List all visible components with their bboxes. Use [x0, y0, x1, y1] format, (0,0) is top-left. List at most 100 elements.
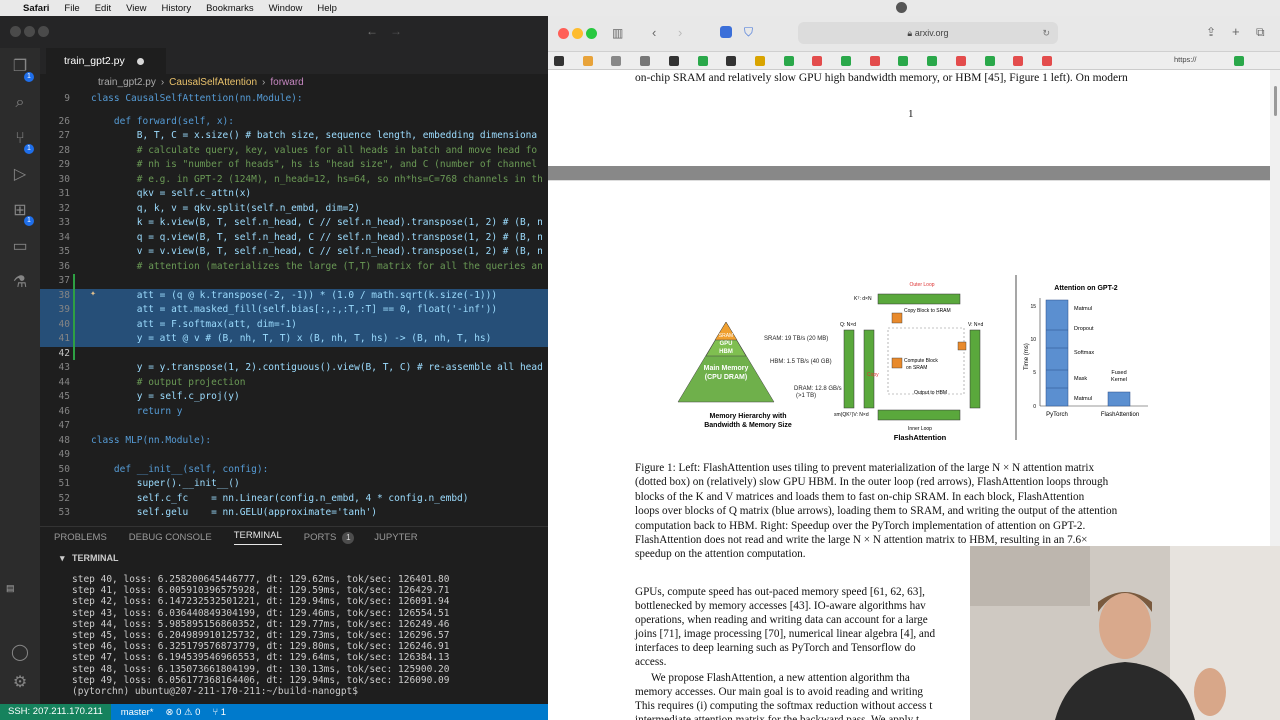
back-arrow-icon[interactable]: ← [366, 24, 378, 38]
zoom-window-button[interactable] [38, 26, 49, 37]
testing-icon[interactable]: ⚗ [9, 274, 31, 292]
account-icon[interactable]: ◯ [9, 644, 31, 662]
code-line[interactable]: 48 class MLP(nn.Module): [40, 434, 548, 449]
breadcrumb-method[interactable]: forward [270, 77, 303, 88]
remote-explorer-icon[interactable]: ▭ [9, 238, 31, 256]
menu-history[interactable]: History [162, 3, 192, 14]
favorite-site-icon[interactable] [668, 56, 679, 66]
breadcrumb-file[interactable]: train_gpt2.py [98, 77, 156, 88]
favorite-site-icon[interactable] [955, 56, 966, 66]
tab-jupyter[interactable]: JUPYTER [374, 532, 417, 543]
favorite-site-icon[interactable] [1013, 56, 1024, 66]
sidebar-icon[interactable]: ▥ [612, 26, 623, 40]
terminal-output[interactable]: step 40, loss: 6.258200645446777, dt: 12… [40, 574, 548, 702]
address-bar[interactable]: 🔒︎ arxiv.org ↻ [798, 22, 1058, 44]
menu-edit[interactable]: Edit [95, 3, 111, 14]
code-line[interactable]: 50 def __init__(self, config): [40, 463, 548, 478]
forward-arrow-icon[interactable]: → [390, 24, 402, 38]
share-icon[interactable]: ⇪ [1206, 25, 1216, 39]
code-line[interactable]: 37 [40, 274, 548, 289]
code-line[interactable]: 32 q, k, v = qkv.split(self.n_embd, dim=… [40, 202, 548, 217]
minimize-window-button[interactable] [24, 26, 35, 37]
terminal-header[interactable]: ▾ TERMINAL [40, 550, 548, 566]
code-line[interactable]: 41 y = att @ v # (B, nh, T, T) x (B, nh,… [40, 332, 548, 347]
forward-icon[interactable]: › [678, 25, 682, 40]
problems-count[interactable]: ⊗ 0 ⚠ 0 [165, 707, 200, 718]
reload-icon[interactable]: ↻ [1042, 22, 1050, 44]
minimize-window-button[interactable] [572, 28, 583, 39]
favorite-site-icon[interactable] [640, 56, 651, 66]
new-tab-icon[interactable]: + [1232, 24, 1240, 39]
favorite-site-icon[interactable] [697, 56, 708, 66]
lightbulb-icon[interactable]: ✦ [90, 288, 96, 299]
breadcrumb-class[interactable]: CausalSelfAttention [169, 77, 257, 88]
menu-bookmarks[interactable]: Bookmarks [206, 3, 254, 14]
code-editor[interactable]: 9 class CausalSelfAttention(nn.Module): 26… [40, 90, 548, 526]
terminal-list-icon[interactable]: ▤ [6, 583, 15, 594]
code-line[interactable]: 46 return y [40, 405, 548, 420]
favorite-site-icon[interactable] [1234, 56, 1244, 66]
code-line[interactable]: 34 q = q.view(B, T, self.n_head, C // se… [40, 231, 548, 246]
tab-debug-console[interactable]: DEBUG CONSOLE [129, 532, 212, 543]
code-line[interactable]: 31 qkv = self.c_attn(x) [40, 187, 548, 202]
status-menu-icon[interactable] [896, 2, 907, 13]
tab-terminal[interactable]: TERMINAL [233, 530, 282, 545]
settings-gear-icon[interactable]: ⚙ [9, 674, 31, 692]
favorite-site-icon[interactable] [754, 56, 765, 66]
menu-view[interactable]: View [126, 3, 146, 14]
close-window-button[interactable] [10, 26, 21, 37]
code-line[interactable]: 9 class CausalSelfAttention(nn.Module): [40, 92, 548, 107]
code-line[interactable]: 51 super().__init__() [40, 477, 548, 492]
favorite-https-link[interactable]: https:// [1174, 55, 1197, 64]
favorite-site-icon[interactable] [869, 56, 880, 66]
code-line[interactable]: 47 [40, 419, 548, 434]
code-line[interactable]: 29 # nh is "number of heads", hs is "hea… [40, 158, 548, 173]
unsaved-dot-icon[interactable] [136, 57, 144, 65]
shield-icon[interactable]: ⛉ [744, 25, 753, 40]
code-line[interactable]: 52 self.c_fc = nn.Linear(config.n_embd, … [40, 492, 548, 507]
code-line[interactable]: 42 [40, 347, 548, 362]
git-branch[interactable]: master* [121, 707, 154, 718]
run-debug-icon[interactable]: ▷ [9, 166, 31, 184]
code-line[interactable]: 28 # calculate query, key, values for al… [40, 144, 548, 159]
favorite-site-icon[interactable] [984, 56, 995, 66]
chevron-down-icon[interactable]: ▾ [60, 550, 65, 566]
menu-file[interactable]: File [64, 3, 79, 14]
tab-ports[interactable]: PORTS [304, 532, 337, 543]
code-line[interactable]: 53 self.gelu = nn.GELU(approximate='tanh… [40, 506, 548, 521]
favorite-site-icon[interactable] [582, 56, 593, 66]
menu-help[interactable]: Help [317, 3, 337, 14]
code-line[interactable]: 39 att = att.masked_fill(self.bias[:,:,:… [40, 303, 548, 318]
tab-train-gpt2[interactable]: train_gpt2.py [46, 48, 166, 74]
menu-app-name[interactable]: Safari [23, 3, 49, 14]
favorite-site-icon[interactable] [611, 56, 622, 66]
code-line[interactable]: 44 # output projection [40, 376, 548, 391]
favorite-site-icon[interactable] [927, 56, 938, 66]
favorite-site-icon[interactable] [783, 56, 794, 66]
favorite-site-icon[interactable] [554, 56, 564, 66]
favorite-site-icon[interactable] [812, 56, 823, 66]
code-line[interactable]: 36 # attention (materializes the large (… [40, 260, 548, 275]
scrollbar-thumb[interactable] [1274, 86, 1277, 116]
menu-window[interactable]: Window [269, 3, 303, 14]
code-line[interactable]: 45 y = self.c_proj(y) [40, 390, 548, 405]
code-line[interactable]: 30 # e.g. in GPT-2 (124M), n_head=12, hs… [40, 173, 548, 188]
favorite-site-icon[interactable] [726, 56, 737, 66]
code-line[interactable]: 33 k = k.view(B, T, self.n_head, C // se… [40, 216, 548, 231]
code-line[interactable]: 38 att = (q @ k.transpose(-2, -1)) * (1.… [40, 288, 548, 303]
zoom-window-button[interactable] [586, 28, 597, 39]
code-line[interactable]: 49 [40, 448, 548, 463]
code-line[interactable]: 35 v = v.view(B, T, self.n_head, C // se… [40, 245, 548, 260]
tab-problems[interactable]: PROBLEMS [54, 532, 107, 543]
extension-icon[interactable] [720, 26, 732, 38]
back-icon[interactable]: ‹ [652, 25, 656, 40]
remote-indicator[interactable]: SSH: 207.211.170.211 [0, 704, 111, 720]
search-icon[interactable]: ⌕ [9, 94, 31, 112]
ports-count[interactable]: ⑂ 1 [212, 707, 226, 718]
code-line[interactable]: 26 def forward(self, x): [40, 115, 548, 130]
code-line[interactable]: 27 B, T, C = x.size() # batch size, sequ… [40, 129, 548, 144]
favorite-site-icon[interactable] [1041, 56, 1052, 66]
favorite-site-icon[interactable] [898, 56, 909, 66]
tab-overview-icon[interactable]: ⧉ [1256, 25, 1265, 40]
close-window-button[interactable] [558, 28, 569, 39]
